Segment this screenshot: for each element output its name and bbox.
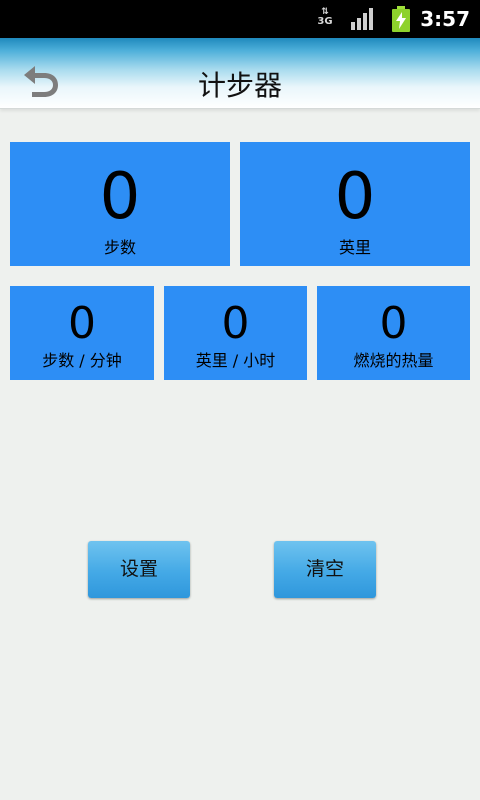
calories-burned-tile: 0 燃烧的热量 <box>317 286 470 380</box>
steps-tile: 0 步数 <box>10 142 230 266</box>
miles-tile: 0 英里 <box>240 142 470 266</box>
title-bar: 计步器 <box>0 38 480 109</box>
clear-button[interactable]: 清空 <box>274 541 376 598</box>
signal-icon <box>351 8 373 30</box>
status-bar: ⇅ 3G 3:57 <box>0 0 480 38</box>
battery-charging-icon <box>392 6 410 32</box>
calories-burned-label: 燃烧的热量 <box>353 351 434 370</box>
page-title: 计步器 <box>197 69 282 102</box>
calories-burned-value: 0 <box>379 298 408 349</box>
miles-value: 0 <box>334 160 376 234</box>
steps-value: 0 <box>99 160 141 234</box>
miles-label: 英里 <box>338 238 371 257</box>
clock: 3:57 <box>420 7 470 31</box>
steps-per-minute-label: 步数 / 分钟 <box>42 351 122 370</box>
network-3g-icon: ⇅ 3G <box>317 7 333 27</box>
miles-per-hour-value: 0 <box>221 298 250 349</box>
steps-per-minute-value: 0 <box>68 298 96 349</box>
settings-button[interactable]: 设置 <box>88 541 190 598</box>
miles-per-hour-tile: 0 英里 / 小时 <box>164 286 307 380</box>
miles-per-hour-label: 英里 / 小时 <box>195 351 276 370</box>
steps-per-minute-tile: 0 步数 / 分钟 <box>10 286 154 380</box>
steps-label: 步数 <box>103 238 136 257</box>
